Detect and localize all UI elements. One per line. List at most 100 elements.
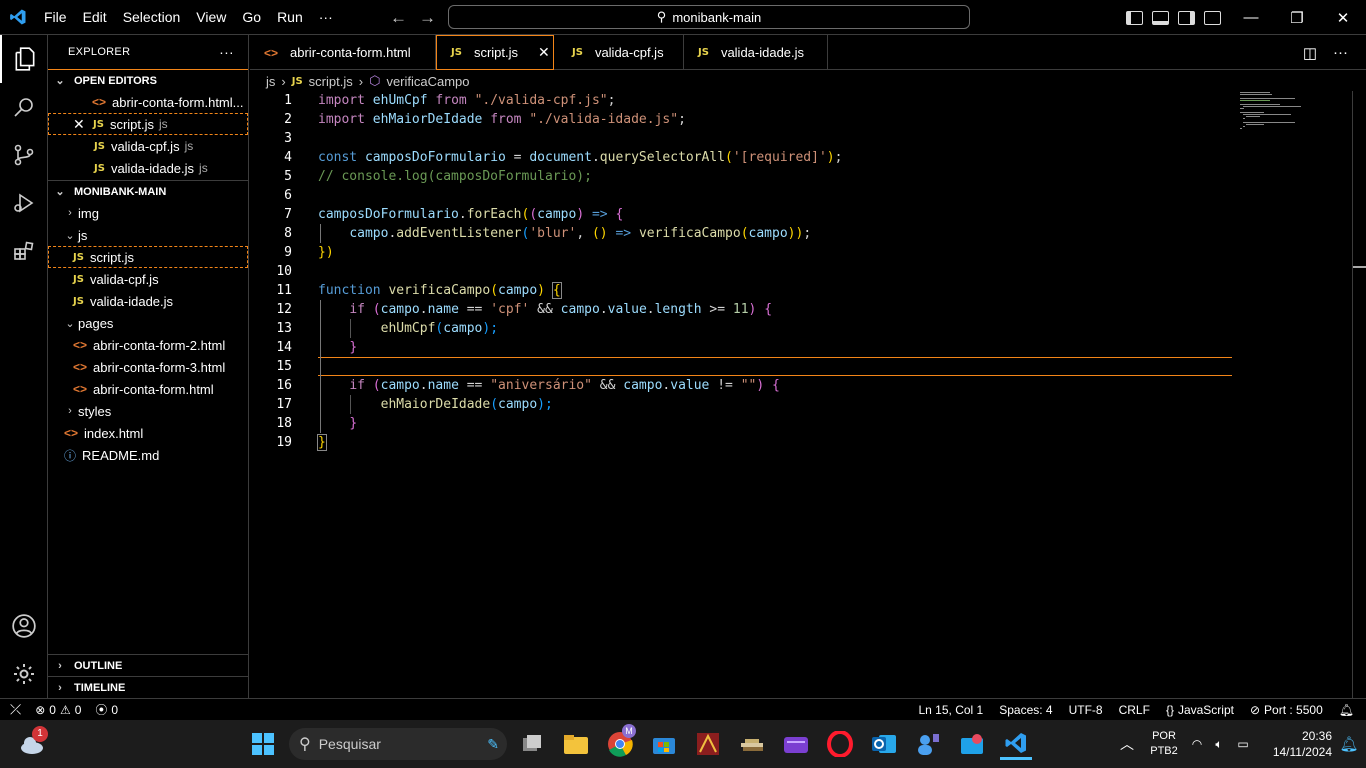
restore-icon[interactable]: ❐ — [1274, 0, 1320, 35]
file-valida-idade-js[interactable]: JS valida-idade.js — [48, 290, 248, 312]
minimize-icon[interactable]: — — [1228, 0, 1274, 35]
tab-valida-cpf[interactable]: JS valida-cpf.js — [554, 35, 684, 70]
live-server-port[interactable]: ⊘ Port : 5500 — [1250, 703, 1323, 717]
settings-gear-icon[interactable] — [0, 650, 48, 698]
open-editor-item[interactable]: JS valida-cpf.js js — [48, 135, 248, 157]
open-editor-item[interactable]: JS valida-idade.js js — [48, 157, 248, 179]
remote-icon[interactable]: ⤫ — [10, 701, 21, 718]
people-app-icon[interactable] — [912, 728, 944, 760]
store-bag-icon[interactable] — [956, 728, 988, 760]
command-center-search[interactable]: ⚲ monibank-main — [448, 5, 970, 29]
menu-more[interactable]: ··· — [311, 0, 341, 35]
encoding[interactable]: UTF-8 — [1069, 703, 1103, 717]
indent-guide — [320, 300, 321, 433]
chrome-icon[interactable]: M — [604, 724, 636, 760]
run-debug-icon[interactable] — [0, 179, 48, 227]
menu-file[interactable]: File — [36, 0, 75, 35]
minimap[interactable] — [1240, 91, 1310, 131]
problems-indicator[interactable]: ⊗ 0 ⚠ 0 — [35, 703, 81, 717]
back-arrow-icon[interactable]: ← — [390, 8, 407, 28]
taskbar-search[interactable]: ⚲ Pesquisar ✎ — [289, 728, 507, 760]
js-file-icon: JS — [451, 47, 462, 58]
weather-widget-icon[interactable]: 1 — [16, 726, 48, 760]
file-script-js[interactable]: JS script.js — [48, 246, 248, 268]
outlook-icon[interactable] — [868, 728, 900, 760]
outline-section[interactable]: › OUTLINE — [48, 654, 249, 676]
folder-img[interactable]: › img — [48, 202, 248, 224]
file-abrir-conta-form-3[interactable]: <> abrir-conta-form-3.html — [48, 356, 248, 378]
tab-valida-idade[interactable]: JS valida-idade.js — [684, 35, 828, 70]
editor-tabs: <> abrir-conta-form.html JS script.js ✕ … — [250, 35, 1366, 70]
explorer-more-button[interactable]: ··· — [219, 44, 234, 60]
menu-edit[interactable]: Edit — [75, 0, 115, 35]
folder-pages[interactable]: ⌄ pages — [48, 312, 248, 334]
timeline-section[interactable]: › TIMELINE — [48, 676, 249, 698]
task-view-icon[interactable] — [516, 728, 548, 760]
notification-bell-icon[interactable]: 🔔︎ — [1332, 735, 1366, 753]
file-explorer-icon[interactable] — [560, 728, 592, 760]
account-icon[interactable] — [0, 602, 48, 650]
code-editor[interactable]: 1 import ehUmCpf from "./valida-cpf.js"; … — [250, 91, 1352, 698]
menu-run[interactable]: Run — [269, 0, 311, 35]
vscode-taskbar-icon[interactable] — [1000, 728, 1032, 760]
cursor-position[interactable]: Ln 15, Col 1 — [919, 703, 984, 717]
code-line: 8 campo.addEventListener('blur', () => v… — [284, 226, 812, 241]
extensions-icon[interactable] — [0, 227, 48, 275]
forward-arrow-icon[interactable]: → — [419, 8, 436, 28]
wifi-icon[interactable]: ◠ — [1186, 737, 1208, 751]
tab-script-js[interactable]: JS script.js ✕ — [436, 35, 554, 70]
explorer-icon[interactable] — [0, 35, 48, 83]
open-editor-item-active[interactable]: ✕ JS script.js js — [48, 113, 248, 135]
code-line: 4 const camposDoFormulario = document.que… — [284, 150, 843, 165]
notifications-bell-icon[interactable]: 🔔︎ — [1339, 703, 1354, 717]
file-readme[interactable]: ⓘ README.md — [48, 444, 248, 466]
close-icon[interactable]: ✕ — [1320, 0, 1366, 35]
explorer-title: EXPLORER — [68, 46, 131, 58]
open-editor-item[interactable]: <> abrir-conta-form.html... — [48, 91, 248, 113]
books-app-icon[interactable] — [736, 728, 768, 760]
menu-go[interactable]: Go — [234, 0, 269, 35]
chevron-up-icon[interactable]: ︿ — [1112, 734, 1142, 754]
clock[interactable]: 20:36 14/11/2024 — [1256, 728, 1332, 760]
folder-styles[interactable]: › styles — [48, 400, 248, 422]
split-editor-icon[interactable]: ◫ — [1303, 44, 1317, 62]
workspace-section[interactable]: ⌄ MONIBANK-MAIN — [48, 180, 248, 202]
file-index-html[interactable]: <> index.html — [48, 422, 248, 444]
microsoft-store-icon[interactable] — [648, 728, 680, 760]
file-valida-cpf-js[interactable]: JS valida-cpf.js — [48, 268, 248, 290]
language-mode[interactable]: {} JavaScript — [1166, 703, 1234, 717]
volume-icon[interactable]: 🔈︎ — [1208, 737, 1230, 752]
toggle-secondary-sidebar-icon[interactable] — [1178, 10, 1195, 25]
close-tab-icon[interactable]: ✕ — [538, 44, 550, 61]
open-editors-section[interactable]: ⌄ OPEN EDITORS — [48, 69, 248, 91]
clipchamp-icon[interactable] — [780, 728, 812, 760]
toggle-panel-icon[interactable] — [1152, 10, 1169, 25]
search-icon[interactable] — [0, 83, 48, 131]
battery-icon[interactable]: ▭ — [1230, 737, 1256, 751]
toggle-primary-sidebar-icon[interactable] — [1126, 10, 1143, 25]
breadcrumb-file[interactable]: script.js — [309, 74, 353, 89]
ports-indicator[interactable]: ⦿ 0 — [95, 701, 118, 718]
html-file-icon: <> — [73, 338, 88, 352]
breadcrumb-symbol[interactable]: verificaCampo — [386, 74, 469, 89]
customize-layout-icon[interactable] — [1204, 10, 1221, 25]
file-abrir-conta-form-2[interactable]: <> abrir-conta-form-2.html — [48, 334, 248, 356]
html-file-icon: <> — [64, 426, 79, 440]
start-button-icon[interactable] — [247, 728, 279, 760]
more-actions-icon[interactable]: ··· — [1333, 44, 1348, 61]
opera-icon[interactable] — [824, 728, 856, 760]
close-icon[interactable]: ✕ — [73, 116, 93, 133]
menu-view[interactable]: View — [188, 0, 234, 35]
indentation[interactable]: Spaces: 4 — [999, 703, 1052, 717]
file-abrir-conta-form[interactable]: <> abrir-conta-form.html — [48, 378, 248, 400]
menu-selection[interactable]: Selection — [115, 0, 189, 35]
tab-abrir-conta-form[interactable]: <> abrir-conta-form.html — [250, 35, 436, 70]
language-indicator[interactable]: POR PTB2 — [1142, 729, 1186, 759]
folder-js[interactable]: ⌄ js — [48, 224, 248, 246]
breadcrumb-folder[interactable]: js — [266, 74, 275, 89]
vertical-scrollbar[interactable] — [1352, 91, 1366, 698]
chevron-right-icon: › — [358, 73, 364, 89]
game-app-icon[interactable] — [692, 728, 724, 760]
end-of-line[interactable]: CRLF — [1119, 703, 1150, 717]
source-control-icon[interactable] — [0, 131, 48, 179]
